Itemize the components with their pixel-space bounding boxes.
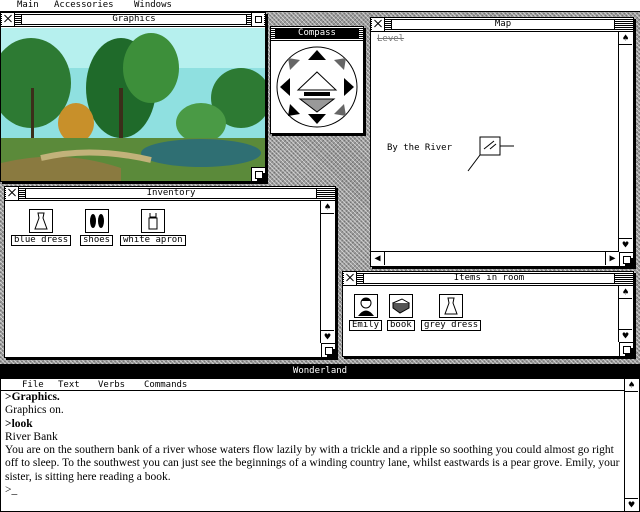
menu-text[interactable]: Text bbox=[58, 380, 80, 390]
dress-icon bbox=[29, 209, 54, 233]
compass-window: Compass bbox=[270, 26, 364, 134]
command-text: look bbox=[11, 417, 33, 430]
map-window: Map Level By the River ♠ ♥ ◀ ▶ bbox=[370, 17, 634, 267]
wonderland-window: Wonderland File Text Verbs Commands >Gra… bbox=[0, 364, 640, 512]
room-titlebar[interactable]: Items in room bbox=[343, 272, 633, 286]
room-vertical-scrollbar[interactable]: ♠ ♥ bbox=[618, 286, 633, 342]
room-name: River Bank bbox=[5, 430, 58, 443]
map-horizontal-scrollbar[interactable]: ◀ ▶ bbox=[371, 251, 619, 266]
menu-commands[interactable]: Commands bbox=[144, 380, 187, 390]
inventory-item-blue-dress[interactable]: blue dress bbox=[11, 209, 72, 246]
scroll-down-icon[interactable]: ♥ bbox=[321, 330, 334, 343]
resize-box-icon[interactable] bbox=[321, 343, 335, 357]
menu-bar: Main Accessories Windows bbox=[0, 0, 640, 12]
apron-icon bbox=[140, 209, 165, 233]
room-item-grey-dress[interactable]: grey dress bbox=[421, 294, 482, 331]
room-item-emily[interactable]: Emily bbox=[349, 294, 383, 331]
items-in-room-window: Items in room Emily book grey dress ♠ ♥ bbox=[342, 271, 634, 357]
dress-icon bbox=[439, 294, 464, 318]
wonderland-vertical-scrollbar[interactable]: ♠ ♥ bbox=[624, 379, 639, 511]
item-label: blue dress bbox=[11, 235, 72, 246]
full-box-icon[interactable] bbox=[251, 13, 264, 26]
scroll-up-icon[interactable]: ♠ bbox=[619, 32, 632, 45]
close-box-icon[interactable] bbox=[6, 187, 19, 200]
menu-windows[interactable]: Windows bbox=[134, 0, 172, 11]
command-line: >look bbox=[5, 417, 33, 430]
scroll-up-icon[interactable]: ♠ bbox=[625, 379, 638, 392]
person-icon bbox=[353, 294, 378, 318]
transcript[interactable]: >Graphics. Graphics on. >look River Bank… bbox=[5, 391, 621, 509]
map-room-marker[interactable] bbox=[466, 135, 516, 175]
menu-file[interactable]: File bbox=[22, 380, 44, 390]
book-icon bbox=[388, 294, 413, 318]
input-line: >_ bbox=[5, 484, 621, 497]
item-label: Emily bbox=[349, 320, 383, 331]
map-titlebar[interactable]: Map bbox=[371, 18, 633, 32]
item-label: grey dress bbox=[421, 320, 482, 331]
close-box-icon[interactable] bbox=[372, 18, 385, 31]
command-text: Graphics. bbox=[11, 391, 60, 403]
item-label: shoes bbox=[80, 235, 114, 246]
graphics-titlebar[interactable]: Graphics bbox=[1, 13, 265, 27]
scroll-down-icon[interactable]: ♥ bbox=[619, 329, 632, 342]
inventory-vertical-scrollbar[interactable]: ♠ ♥ bbox=[320, 201, 335, 343]
shoes-icon bbox=[84, 209, 109, 233]
scroll-right-icon[interactable]: ▶ bbox=[605, 252, 619, 265]
river-scene-image bbox=[1, 28, 265, 181]
close-box-icon[interactable] bbox=[344, 272, 357, 285]
inventory-titlebar[interactable]: Inventory bbox=[5, 187, 335, 201]
map-level-label: Level bbox=[377, 34, 405, 44]
inventory-item-white-apron[interactable]: white apron bbox=[120, 209, 186, 246]
map-title: Map bbox=[391, 19, 615, 30]
resize-box-icon[interactable] bbox=[251, 167, 265, 181]
scroll-up-icon[interactable]: ♠ bbox=[321, 201, 334, 214]
input-cursor[interactable]: _ bbox=[12, 484, 18, 496]
room-description: You are on the southern bank of a river … bbox=[5, 444, 620, 483]
command-line: >Graphics. bbox=[5, 391, 60, 403]
response-text: Graphics on. bbox=[5, 404, 64, 417]
item-label: book bbox=[387, 320, 415, 331]
inventory-window: Inventory blue dress shoes white apron ♠… bbox=[4, 186, 336, 358]
scroll-up-icon[interactable]: ♠ bbox=[619, 286, 632, 299]
inventory-title: Inventory bbox=[25, 188, 317, 199]
resize-box-icon[interactable] bbox=[619, 342, 633, 356]
compass-title: Compass bbox=[275, 28, 359, 39]
map-location-label: By the River bbox=[387, 143, 453, 153]
scroll-down-icon[interactable]: ♥ bbox=[625, 498, 638, 511]
room-item-book[interactable]: book bbox=[387, 294, 415, 331]
graphics-title: Graphics bbox=[21, 14, 247, 25]
wonderland-title: Wonderland bbox=[1, 366, 639, 377]
menu-accessories[interactable]: Accessories bbox=[54, 0, 114, 11]
wonderland-menu-bar: File Text Verbs Commands bbox=[1, 379, 639, 391]
resize-box-icon[interactable] bbox=[619, 252, 633, 266]
map-vertical-scrollbar[interactable]: ♠ ♥ bbox=[618, 32, 633, 251]
graphics-window: Graphics bbox=[0, 12, 266, 182]
menu-main[interactable]: Main bbox=[17, 0, 39, 11]
scroll-left-icon[interactable]: ◀ bbox=[371, 252, 385, 265]
scroll-down-icon[interactable]: ♥ bbox=[619, 238, 632, 251]
item-label: white apron bbox=[120, 235, 186, 246]
close-box-icon[interactable] bbox=[2, 13, 15, 26]
inventory-item-shoes[interactable]: shoes bbox=[80, 209, 114, 246]
room-title: Items in room bbox=[363, 273, 615, 284]
wonderland-titlebar[interactable]: Wonderland bbox=[1, 365, 639, 379]
compass-rose[interactable] bbox=[274, 44, 360, 130]
menu-verbs[interactable]: Verbs bbox=[98, 380, 125, 390]
compass-titlebar[interactable]: Compass bbox=[271, 27, 363, 41]
